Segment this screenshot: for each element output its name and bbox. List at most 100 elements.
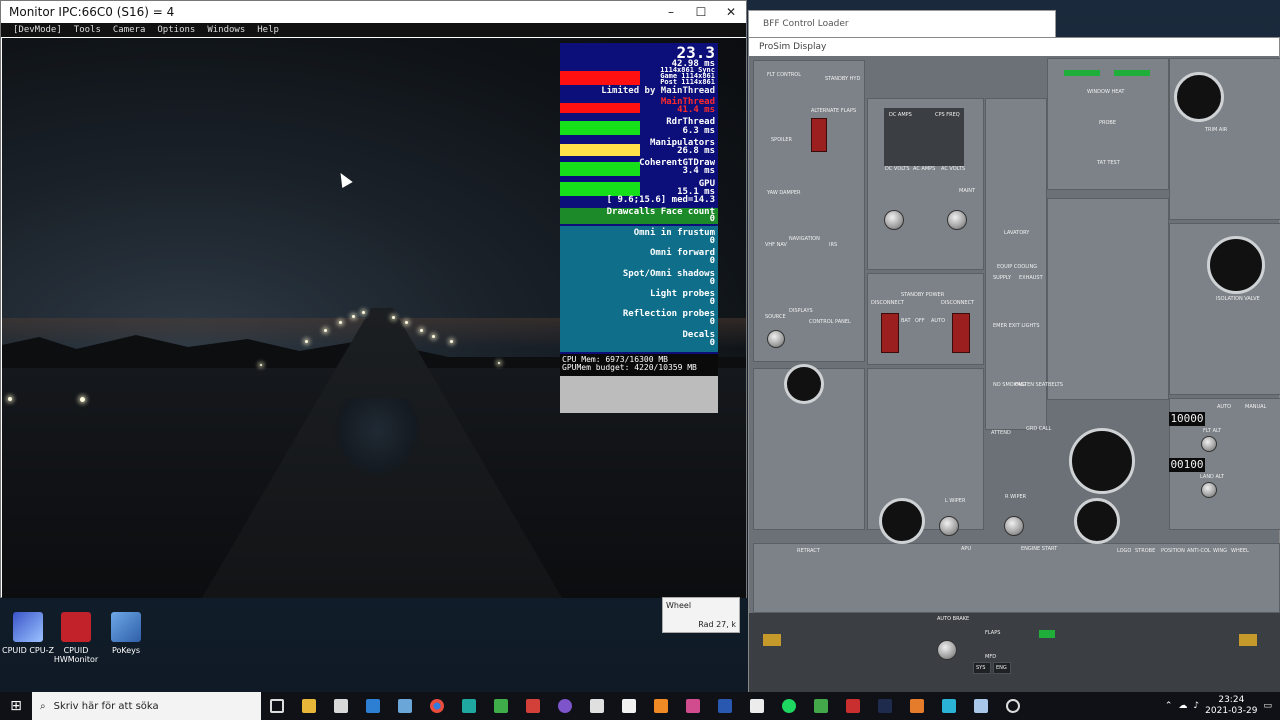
app-teal-icon[interactable] (453, 692, 485, 720)
wiper-left-knob[interactable] (939, 516, 959, 536)
app-red-icon[interactable] (837, 692, 869, 720)
app-orange2-icon[interactable] (901, 692, 933, 720)
menu-options[interactable]: Options (157, 25, 195, 35)
label-auto-standby: AUTO (931, 318, 946, 324)
aircraft-silhouette (332, 398, 422, 478)
performance-overlay: 23.3 42.98 ms 1114x861 Sync Game 1114x86… (560, 43, 718, 413)
label-equip-cooling: EQUIP COOLING (997, 264, 1038, 270)
cpuz-icon (13, 612, 43, 642)
manipulators-bar (560, 144, 640, 156)
label-mfd: MFD (985, 654, 997, 660)
pressurization-panel (1047, 198, 1169, 400)
mfd-sys-button[interactable]: SYS (973, 662, 991, 674)
label-window-heat: WINDOW HEAT (1087, 89, 1125, 95)
standby-power-guard-right[interactable] (952, 313, 970, 353)
bff-control-loader-window[interactable]: BFF Control Loader (748, 10, 1056, 38)
taskbar-search[interactable]: ⌕ Skriv här för att söka (32, 692, 261, 720)
audio-app-icon[interactable] (517, 692, 549, 720)
desktop-icon-hwmonitor[interactable]: CPUID HWMonitor (48, 612, 104, 664)
file-explorer-icon[interactable] (293, 692, 325, 720)
autobrake-knob[interactable] (937, 640, 957, 660)
app-green2-icon[interactable] (805, 692, 837, 720)
store-icon[interactable] (325, 692, 357, 720)
pokeys-icon (111, 612, 141, 642)
menu-camera[interactable]: Camera (113, 25, 146, 35)
shadows-label: Spot/Omni shadows (622, 269, 715, 279)
settings-icon[interactable] (997, 692, 1029, 720)
window-app-icon[interactable] (389, 692, 421, 720)
app-white-icon[interactable] (741, 692, 773, 720)
omni-forward-label: Omni forward (649, 248, 715, 258)
app-doc-icon[interactable] (581, 692, 613, 720)
mfd-eng-button[interactable]: ENG (993, 662, 1011, 674)
label-trim-air: TRIM AIR (1205, 127, 1228, 133)
volume-icon[interactable]: ♪ (1193, 701, 1199, 711)
label-probe: PROBE (1099, 120, 1117, 126)
mail-icon[interactable] (357, 692, 389, 720)
spotify-icon[interactable] (773, 692, 805, 720)
runway-light (305, 340, 308, 343)
app-mf-icon[interactable] (709, 692, 741, 720)
app-pink-icon[interactable] (677, 692, 709, 720)
master-caution-button-right[interactable] (1239, 634, 1257, 646)
reflection-probes-label: Reflection probes (622, 309, 715, 319)
app-light-icon[interactable] (965, 692, 997, 720)
omni-forward-value: 0 (709, 256, 715, 266)
label-disconnect-left: DISCONNECT (871, 300, 905, 306)
menu-tools[interactable]: Tools (74, 25, 101, 35)
wiper-right-knob[interactable] (1004, 516, 1024, 536)
label-position: POSITION (1161, 548, 1185, 554)
window-heat-lights-right (1114, 70, 1150, 76)
small-window-line2: Rad 27, k (698, 620, 736, 629)
clock[interactable]: 23:24 2021-03-29 (1205, 695, 1257, 717)
runway-light (80, 397, 85, 402)
flaps-indicator (1039, 630, 1055, 638)
app-purple-icon[interactable] (549, 692, 581, 720)
dc-meter-knob[interactable] (884, 210, 904, 230)
chrome-icon[interactable] (421, 692, 453, 720)
label-maint: MAINT (959, 188, 976, 194)
desktop-icon-pokeys[interactable]: PoKeys (98, 612, 154, 655)
maximize-button[interactable]: ☐ (686, 5, 716, 19)
master-caution-button[interactable] (763, 634, 781, 646)
monitor-titlebar[interactable]: Monitor IPC:66C0 (S16) = 4 – ☐ ✕ (1, 1, 746, 23)
reflection-probes-value: 0 (709, 317, 715, 327)
menu-help[interactable]: Help (257, 25, 279, 35)
task-view-icon[interactable] (261, 692, 293, 720)
label-sys: SYS (976, 665, 986, 671)
tray-chevron-icon[interactable]: ⌃ (1165, 701, 1173, 711)
network-icon[interactable]: ☁ (1178, 701, 1187, 711)
label-grd-call: GRD CALL (1026, 426, 1052, 432)
app-green-icon[interactable] (485, 692, 517, 720)
fps-bar (560, 71, 640, 85)
drawcalls-label: Drawcalls Face count (606, 207, 715, 217)
menu-devmode[interactable]: [DevMode] (13, 25, 62, 35)
flt-alt-knob[interactable] (1201, 436, 1217, 452)
close-button[interactable]: ✕ (716, 5, 746, 19)
stats-footer (560, 376, 718, 413)
app-cyan-icon[interactable] (933, 692, 965, 720)
app-script-icon[interactable] (613, 692, 645, 720)
alt-flaps-guard[interactable] (811, 118, 827, 152)
app-dark-icon[interactable] (869, 692, 901, 720)
land-alt-knob[interactable] (1201, 482, 1217, 498)
windows-start-icon[interactable]: ⊞ (0, 692, 32, 720)
monitor-window: Monitor IPC:66C0 (S16) = 4 – ☐ ✕ [DevMod… (0, 0, 747, 598)
runway-light (405, 321, 408, 324)
label-source: SOURCE (765, 314, 786, 320)
label-attend: ATTEND (991, 430, 1011, 436)
notification-icon[interactable]: ▭ (1263, 701, 1272, 711)
light-probes-value: 0 (709, 297, 715, 307)
menu-windows[interactable]: Windows (207, 25, 245, 35)
label-control-panel: CONTROL PANEL (809, 319, 851, 325)
prosim-titlebar[interactable]: ProSim Display (749, 38, 1279, 56)
source-knob[interactable] (767, 330, 785, 348)
minimize-button[interactable]: – (656, 5, 686, 19)
coherent-value: 3.4 ms (682, 166, 715, 176)
ac-meter-knob[interactable] (947, 210, 967, 230)
small-popup-window[interactable]: Wheel Rad 27, k (662, 597, 740, 633)
limited-by: Limited by MainThread (601, 86, 715, 96)
label-displays: DISPLAYS (789, 308, 813, 314)
app-orange-icon[interactable] (645, 692, 677, 720)
standby-power-guard-left[interactable] (881, 313, 899, 353)
